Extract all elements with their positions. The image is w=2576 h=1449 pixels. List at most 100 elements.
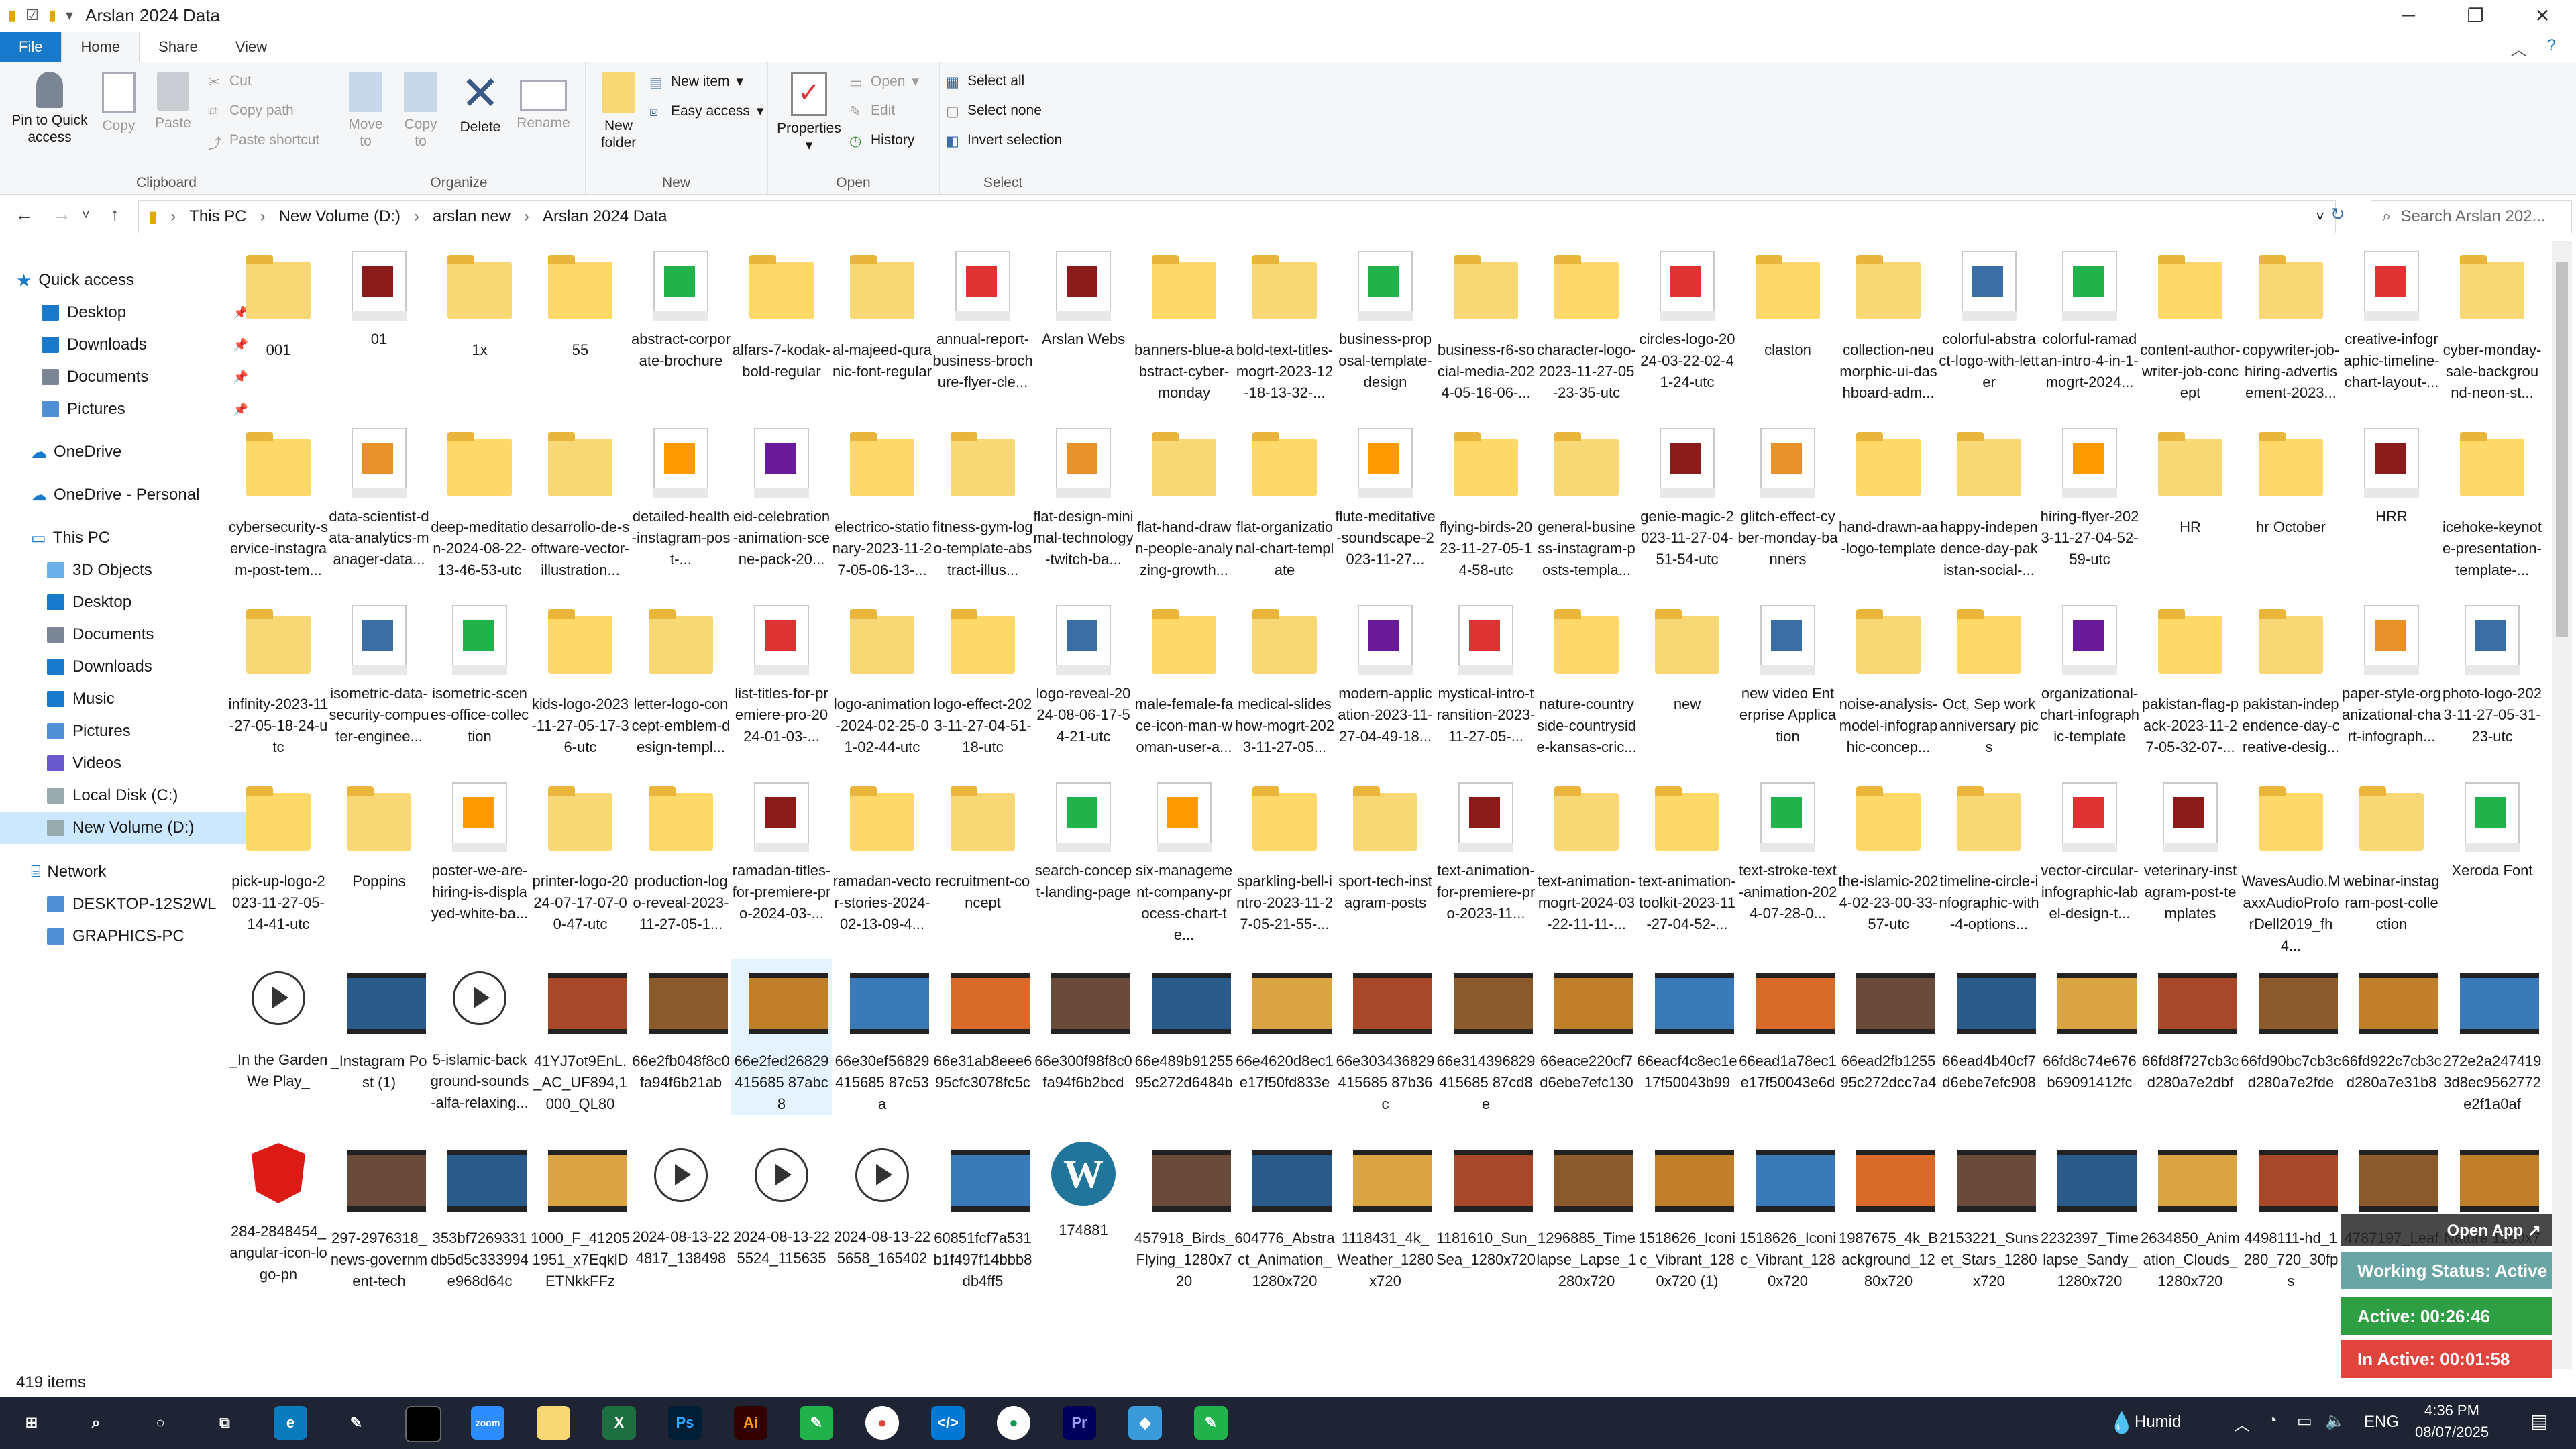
file-item[interactable]: veterinary-instagram-post-templates xyxy=(2140,782,2241,924)
zoom-icon[interactable]: zoom xyxy=(471,1406,504,1440)
file-item[interactable]: pakistan-flag-pack-2023-11-27-05-32-07-.… xyxy=(2140,605,2241,758)
file-item[interactable]: bold-text-titles-mogrt-2023-12-18-13-32-… xyxy=(1234,251,1335,404)
file-item[interactable]: 1181610_Sun_Sea_1280x720 xyxy=(1436,1136,1536,1271)
file-item[interactable]: content-author-writer-job-concept xyxy=(2140,251,2241,404)
file-item[interactable]: search-concept-landing-page xyxy=(1033,782,1134,903)
file-item[interactable]: organizational-chart-infographic-templat… xyxy=(2039,605,2140,747)
nav-onedrive-personal[interactable]: ☁ OneDrive - Personal xyxy=(0,479,246,511)
file-item[interactable]: photo-logo-2023-11-27-05-31-23-utc xyxy=(2442,605,2542,747)
file-item[interactable]: male-female-face-icon-man-woman-user-a..… xyxy=(1134,605,1234,758)
back-arrow-icon[interactable]: ← xyxy=(15,204,34,225)
file-item[interactable]: 1296885_Timelapse_Lapse_1280x720 xyxy=(1536,1136,1637,1292)
close-button[interactable]: ✕ xyxy=(2509,0,2576,31)
file-item[interactable]: 2024-08-13-224817_138498 xyxy=(631,1136,731,1269)
file-item[interactable]: flat-hand-drawn-people-analyzing-growth.… xyxy=(1134,428,1234,581)
file-item[interactable]: timeline-circle-infographic-with-4-optio… xyxy=(1939,782,2039,935)
forward-arrow-icon[interactable]: → xyxy=(52,204,71,225)
language-indicator[interactable]: ENG xyxy=(2364,1413,2399,1432)
file-item[interactable]: annual-report-business-brochure-flyer-cl… xyxy=(932,251,1033,393)
file-item[interactable]: 01 xyxy=(329,251,429,350)
new-item-button[interactable]: ▤ New item ▾ xyxy=(649,73,743,91)
copy-to-button[interactable]: Copy to xyxy=(397,72,444,150)
file-item[interactable]: 1518626_Iconic_Vibrant_1280x720 (1) xyxy=(1637,1136,1737,1292)
new-folder-icon[interactable]: ▮ xyxy=(48,7,56,24)
file-item[interactable]: text-stroke-text-animation-2024-07-28-0.… xyxy=(1737,782,1838,924)
file-item[interactable]: ramadan-vector-stories-2024-02-13-09-4..… xyxy=(832,782,932,935)
tab-file[interactable]: File xyxy=(0,32,62,62)
app-green-2-icon[interactable]: ✎ xyxy=(1194,1406,1228,1440)
file-item[interactable]: logo-effect-2023-11-27-04-51-18-utc xyxy=(932,605,1033,758)
file-item[interactable]: pick-up-logo-2023-11-27-05-14-41-utc xyxy=(228,782,329,935)
file-item[interactable]: logo-reveal-2024-08-06-17-54-21-utc xyxy=(1033,605,1134,747)
help-icon[interactable]: ? xyxy=(2547,36,2556,60)
chrome-icon[interactable]: ● xyxy=(865,1406,899,1440)
scrollbar-thumb[interactable] xyxy=(2556,262,2568,637)
file-item[interactable]: the-islamic-2024-02-23-00-33-57-utc xyxy=(1838,782,1939,935)
file-item[interactable]: medical-slideshow-mogrt-2023-11-27-05... xyxy=(1234,605,1335,758)
file-item[interactable]: 5-islamic-background-sounds-alfa-relaxin… xyxy=(429,959,530,1114)
file-item[interactable]: logo-animation-2024-02-25-01-02-44-utc xyxy=(832,605,932,758)
file-item[interactable]: mystical-intro-transition-2023-11-27-05-… xyxy=(1436,605,1536,747)
file-item[interactable]: noise-analysis-model-infographic-concep.… xyxy=(1838,605,1939,758)
file-item[interactable]: W 174881 xyxy=(1033,1136,1134,1241)
file-item[interactable]: 66e300f98f8c0fa94f6b2bcd xyxy=(1033,959,1134,1093)
file-item[interactable]: isometric-scenes-office-collection xyxy=(429,605,530,747)
properties-icon[interactable]: ☑ xyxy=(25,7,39,24)
copy-path-button[interactable]: ⧉ Copy path xyxy=(208,103,294,119)
nav-network[interactable]: ⌸ Network xyxy=(0,856,246,888)
file-item[interactable]: detailed-health-instagram-post-... xyxy=(631,428,731,570)
clock-time[interactable]: 4:36 PM xyxy=(2424,1402,2479,1419)
recent-locations-chevron-icon[interactable]: ˅ xyxy=(82,208,90,223)
file-item[interactable]: character-logo-2023-11-27-05-23-35-utc xyxy=(1536,251,1637,404)
file-item[interactable]: hr October xyxy=(2241,428,2341,538)
notifications-icon[interactable]: ▤ xyxy=(2530,1410,2548,1432)
rename-button[interactable]: Rename xyxy=(513,72,574,131)
breadcrumb-current-folder[interactable]: Arslan 2024 Data xyxy=(543,207,667,226)
edit-button[interactable]: ✎ Edit xyxy=(849,103,895,119)
invert-selection-button[interactable]: ◧ Invert selection xyxy=(946,132,1062,149)
file-item[interactable]: 66fd8c74e676b69091412fc xyxy=(2039,959,2140,1093)
file-item[interactable]: business-r6-social-media-2024-05-16-06-.… xyxy=(1436,251,1536,404)
file-item[interactable]: 284-2848454_angular-icon-logo-pn xyxy=(228,1136,329,1285)
file-item[interactable]: 66ead4b40cf7d6ebe7efc908 xyxy=(1939,959,2039,1093)
file-item[interactable]: six-management-company-process-chart-te.… xyxy=(1134,782,1234,946)
tab-view[interactable]: View xyxy=(217,32,286,62)
file-item[interactable]: 66e314396829415685 87cd8e xyxy=(1436,959,1536,1115)
file-item[interactable]: sport-tech-instagram-posts xyxy=(1335,782,1436,914)
file-item[interactable]: HR xyxy=(2140,428,2241,538)
file-item[interactable]: creative-infographic-timeline-chart-layo… xyxy=(2341,251,2442,393)
search-input[interactable]: ⌕ Search Arslan 202... xyxy=(2371,200,2572,233)
file-item[interactable]: 1987675_4k_Background_1280x720 xyxy=(1838,1136,1939,1292)
nav-quick-access[interactable]: ★ Quick access xyxy=(0,264,231,297)
file-item[interactable]: text-animation-toolkit-2023-11-27-04-52-… xyxy=(1637,782,1737,935)
tab-home[interactable]: Home xyxy=(61,32,140,62)
show-hidden-icons-chevron-icon[interactable]: ︿ xyxy=(2234,1411,2250,1435)
file-item[interactable]: abstract-corporate-brochure xyxy=(631,251,731,372)
file-item[interactable]: 001 xyxy=(228,251,329,361)
nav-pc-item[interactable]: Videos xyxy=(0,747,262,780)
address-bar[interactable]: ▮ › This PC › New Volume (D:) › arslan n… xyxy=(138,200,2336,233)
network-icon[interactable]: ▭ xyxy=(2297,1411,2312,1431)
volume-icon[interactable]: 🔈 xyxy=(2325,1411,2345,1431)
nav-pc-item[interactable]: Local Disk (C:) xyxy=(0,780,262,812)
terminal-icon[interactable] xyxy=(405,1406,441,1442)
file-item[interactable]: general-business-instagram-posts-templa.… xyxy=(1536,428,1637,581)
new-folder-button[interactable]: New folder xyxy=(592,72,645,151)
file-item[interactable]: 1518626_Iconic_Vibrant_1280x720 xyxy=(1737,1136,1838,1292)
file-item[interactable]: eid-celebration-animation-scene-pack-20.… xyxy=(731,428,832,570)
file-item[interactable]: WavesAudio.MaxxAudioProforDell2019_fh4..… xyxy=(2241,782,2341,957)
file-item[interactable]: vector-circular-infographic-label-design… xyxy=(2039,782,2140,924)
file-item[interactable]: 66fd90bc7cb3cd280a7e2fde xyxy=(2241,959,2341,1093)
file-item[interactable]: _In the Garden We Play_ xyxy=(228,959,329,1092)
properties-button[interactable]: ✓ Properties ▾ xyxy=(773,72,845,154)
file-item[interactable]: kids-logo-2023-11-27-05-17-36-utc xyxy=(530,605,631,758)
file-item[interactable]: desarrollo-de-software-vector-illustrati… xyxy=(530,428,631,581)
up-arrow-icon[interactable]: ↑ xyxy=(110,204,119,225)
nav-pc-item[interactable]: 3D Objects xyxy=(0,554,262,586)
file-item[interactable]: webinar-instagram-post-collection xyxy=(2341,782,2442,935)
file-item[interactable]: 66ead2fb125595c272dcc7a4 xyxy=(1838,959,1939,1093)
file-item[interactable]: 1000_F_412051951_x7EqklDETNkkFFz xyxy=(530,1136,631,1292)
file-item[interactable]: hiring-flyer-2023-11-27-04-52-59-utc xyxy=(2039,428,2140,570)
select-none-button[interactable]: ▢ Select none xyxy=(946,103,1042,119)
file-item[interactable]: flat-organizational-chart-template xyxy=(1234,428,1335,581)
